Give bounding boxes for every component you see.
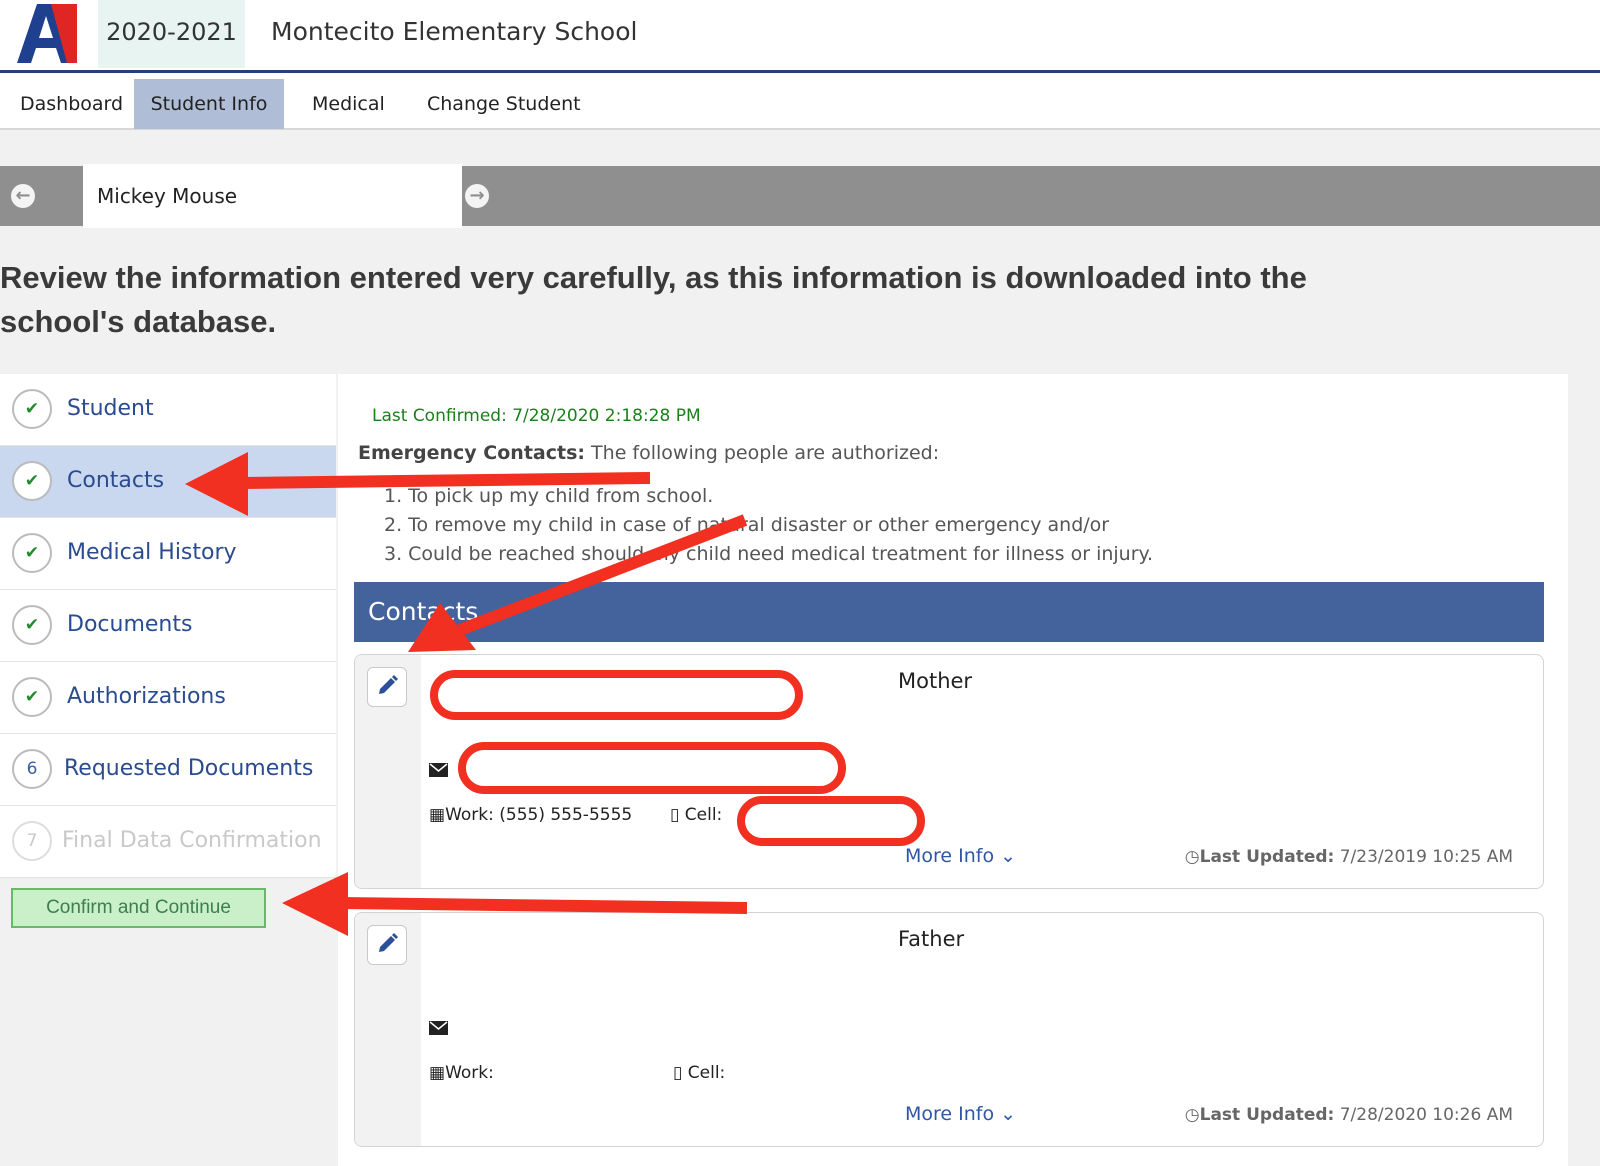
step-authorizations[interactable]: ✔ Authorizations (0, 662, 336, 734)
envelope-icon (429, 763, 448, 777)
cell-phone: ▯ Cell: (673, 1063, 725, 1083)
building-icon: ▦ (429, 1063, 446, 1083)
next-student-icon[interactable]: → (465, 184, 489, 208)
mobile-phone-icon: ▯ (673, 1063, 688, 1083)
step-label: Medical History (67, 540, 237, 565)
step-label: Contacts (67, 468, 165, 493)
step-requested-documents[interactable]: 6 Requested Documents (0, 734, 336, 806)
step-number-badge: 7 (12, 821, 52, 861)
contact-card: Father ▦Work: ▯ Cell: More Info ⌄ ◷Last … (354, 912, 1544, 1147)
nav-medical[interactable]: Medical (292, 79, 405, 129)
emergency-title: Emergency Contacts: (358, 442, 585, 464)
list-item: 1. To pick up my child from school. (384, 485, 714, 507)
building-icon: ▦ (429, 805, 446, 825)
clock-icon: ◷ (1184, 847, 1200, 867)
last-updated: ◷Last Updated: 7/28/2020 10:26 AM (1185, 1105, 1513, 1125)
step-label: Student (67, 396, 154, 421)
previous-student-icon[interactable]: ← (11, 184, 35, 208)
step-final-data-confirmation: 7 Final Data Confirmation (0, 806, 336, 878)
edit-pencil-icon[interactable] (367, 925, 407, 965)
cell-phone-label: Cell: (684, 805, 723, 825)
edit-pencil-icon[interactable] (367, 667, 407, 707)
work-phone-text: Work: (555) 555-5555 (445, 805, 633, 825)
step-number-badge: 6 (12, 749, 52, 789)
check-icon: ✔ (12, 461, 52, 501)
step-label: Documents (67, 612, 193, 637)
step-documents[interactable]: ✔ Documents (0, 590, 336, 662)
confirm-and-continue-button[interactable]: Confirm and Continue (11, 888, 266, 928)
school-year[interactable]: 2020-2021 (98, 0, 245, 68)
nav-student-info[interactable]: Student Info (134, 79, 284, 129)
check-icon: ✔ (12, 533, 52, 573)
step-label: Requested Documents (64, 756, 314, 781)
redaction-mark (458, 742, 846, 794)
mobile-phone-icon: ▯ (670, 805, 685, 825)
contact-relation: Father (898, 927, 965, 951)
check-icon: ✔ (12, 605, 52, 645)
redaction-mark (737, 796, 925, 846)
contacts-section-header: Contacts (354, 582, 1544, 642)
work-phone: ▦Work: (555) 555-5555 (429, 805, 632, 825)
clock-icon: ◷ (1184, 1105, 1200, 1125)
envelope-icon (429, 1021, 448, 1035)
last-updated: ◷Last Updated: 7/23/2019 10:25 AM (1185, 847, 1513, 867)
nav-change-student[interactable]: Change Student (407, 79, 601, 129)
steps-sidebar: ✔ Student ✔ Contacts ✔ Medical History ✔… (0, 374, 336, 878)
step-medical-history[interactable]: ✔ Medical History (0, 518, 336, 590)
school-name: Montecito Elementary School (271, 17, 638, 46)
authorization-reasons: 1. To pick up my child from school. 2. T… (384, 482, 1153, 569)
cell-phone-label: Cell: (687, 1063, 726, 1083)
work-phone: ▦Work: (429, 1063, 494, 1083)
step-contacts[interactable]: ✔ Contacts (0, 446, 336, 518)
step-label: Final Data Confirmation (62, 828, 322, 853)
check-icon: ✔ (12, 677, 52, 717)
more-info-link[interactable]: More Info ⌄ (905, 1103, 1016, 1125)
emergency-contacts-intro: Emergency Contacts: The following people… (358, 442, 939, 464)
district-logo-icon (11, 0, 81, 66)
redaction-mark (430, 670, 803, 720)
contact-relation: Mother (898, 669, 973, 693)
step-label: Authorizations (67, 684, 226, 709)
more-info-link[interactable]: More Info ⌄ (905, 845, 1016, 867)
last-updated-value: 7/23/2019 10:25 AM (1339, 847, 1513, 867)
step-student[interactable]: ✔ Student (0, 374, 336, 446)
app-header: 2020-2021 Montecito Elementary School (0, 0, 1600, 70)
list-item: 3. Could be reached should my child need… (384, 543, 1154, 565)
emergency-text: The following people are authorized: (585, 442, 940, 464)
list-item: 2. To remove my child in case of natural… (384, 514, 1110, 536)
nav-dashboard[interactable]: Dashboard (0, 79, 143, 129)
last-updated-label: Last Updated: (1199, 1105, 1335, 1125)
last-updated-label: Last Updated: (1199, 847, 1335, 867)
cell-phone: ▯ Cell: (670, 805, 722, 825)
last-confirmed-text: Last Confirmed: 7/28/2020 2:18:28 PM (372, 406, 701, 426)
work-phone-text: Work: (445, 1063, 494, 1083)
student-name[interactable]: Mickey Mouse (83, 164, 462, 228)
check-icon: ✔ (12, 389, 52, 429)
review-instructions: Review the information entered very care… (0, 260, 1307, 339)
main-nav: Dashboard Student Info Medical Change St… (0, 73, 1600, 130)
last-updated-value: 7/28/2020 10:26 AM (1339, 1105, 1513, 1125)
